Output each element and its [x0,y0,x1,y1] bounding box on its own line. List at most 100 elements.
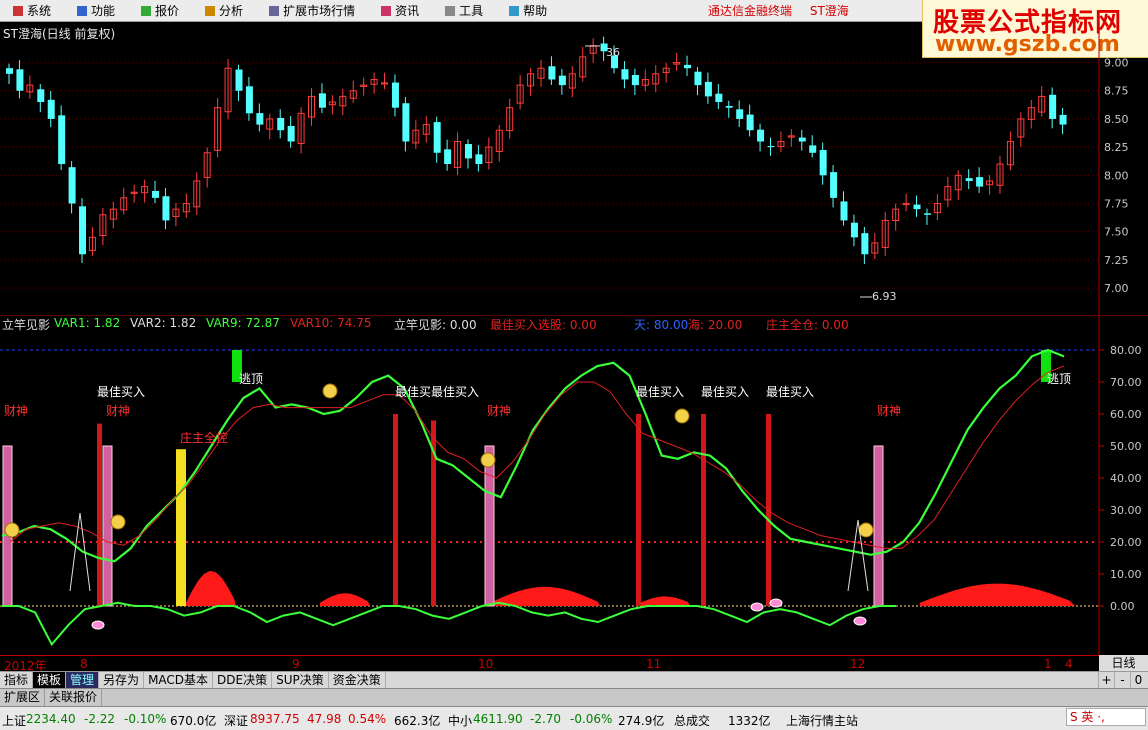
function-icon [77,5,88,16]
tab-template[interactable]: 模板 [33,672,67,688]
candle-body [6,68,13,74]
legend-hai: 海: 20.00 [688,318,743,332]
menu-news[interactable]: 资讯 [368,0,432,22]
candle-body [256,113,264,125]
wealth-signal-bar [873,445,884,607]
candle-body [715,93,723,103]
wealth-god-label: 财神 [877,404,901,418]
date-aug: 8 [80,657,88,671]
menu-ext-market[interactable]: 扩展市场行情 [256,0,368,22]
candle-body [558,75,566,86]
candle-body [235,69,243,91]
reset-button[interactable]: 0 [1130,672,1146,688]
tab-fund[interactable]: 资金决策 [329,672,386,688]
menu-system[interactable]: 系统 [0,0,64,22]
tab-dde[interactable]: DDE决策 [213,672,273,688]
sh-percent: -0.10% [124,712,167,726]
volume-area [640,596,690,606]
indicator-chart[interactable]: 80.00 70.00 60.00 50.00 40.00 30.00 20.00 10.00… [0,315,1148,656]
buy-signal-bar [97,423,102,606]
date-sep: 9 [292,657,300,671]
smiley-icon [858,522,874,538]
tab-ext-area[interactable]: 扩展区 [0,689,46,706]
candle-body [464,144,472,159]
zx-change: -2.70 [530,712,562,726]
candle-body [850,222,858,238]
candle-body [68,167,76,204]
menu-function[interactable]: 功能 [64,0,128,22]
market-icon [269,5,280,16]
candle-body [16,69,24,91]
server-label[interactable]: 上海行情主站 [786,712,858,729]
zx-label: 中小 [448,714,473,728]
zoom-out-button[interactable]: - [1114,672,1130,688]
buy-signal-bar [701,414,706,606]
ime-indicator[interactable]: S 英 ·, [1066,708,1146,726]
tab-macd[interactable]: MACD基本 [144,672,214,688]
tab-related-quote[interactable]: 关联报价 [45,689,103,706]
menu-help[interactable]: 帮助 [496,0,560,22]
promo-terminal[interactable]: 通达信金融终端 [708,4,792,18]
price-tick: 7.75 [1104,198,1129,211]
candle-body [809,145,817,153]
legend-zhuang: 庄主全仓: 0.00 [766,318,849,332]
sz-amount: 662.3亿 [394,714,441,728]
sh-amount: 670.0亿 [170,714,217,728]
tab-manage[interactable]: 管理 [66,672,100,688]
price-tick: 8.50 [1104,113,1129,126]
gem-icon [750,602,764,612]
best-buy-label: 最佳买入 [701,385,749,399]
var2-line [9,365,1065,549]
wealth-god-label: 财神 [487,404,511,418]
period-selector[interactable]: 日线 [1099,655,1148,671]
zoom-in-button[interactable]: + [1098,672,1114,688]
date-apr: 4 [1065,657,1073,671]
status-bar: 上证 2234.40 -2.22 -0.10% 670.0亿 深证 8937.7… [0,706,1148,730]
wealth-god-label: 财神 [106,404,130,418]
menu-tools[interactable]: 工具 [432,0,496,22]
tab-indicator[interactable]: 指标 [0,672,34,688]
sh-label: 上证 [2,714,27,728]
candle-body [746,114,754,131]
analysis-icon [205,5,216,16]
menu-quote[interactable]: 报价 [128,0,192,22]
wealth-god-label: 财神 [4,404,28,418]
indicator-tick: 40.00 [1110,472,1142,485]
sz-percent: 0.54% [348,712,387,726]
candle-body [58,115,66,165]
legend-l2: 立竿见影: 0.00 [394,318,477,332]
candle-body [47,99,55,119]
quote-icon [141,5,152,16]
indicator-tick: 60.00 [1110,408,1142,421]
smiley-icon [4,522,20,538]
candle-body [861,233,869,255]
best-buy-label: 最佳买入 [636,385,684,399]
candle-body [162,196,170,221]
indicator-tick: 10.00 [1110,568,1142,581]
date-axis: 2012年 8 9 10 11 12 1 4 [0,655,1100,673]
promo-stock[interactable]: ST澄海 [810,4,849,18]
tab-save-as[interactable]: 另存为 [99,672,145,688]
price-tick: 9.00 [1104,57,1129,70]
system-icon [13,5,23,16]
candle-body [767,145,775,148]
price-tick: 8.25 [1104,141,1129,154]
candle-body [923,213,931,215]
menu-analysis[interactable]: 分析 [192,0,256,22]
indicator-tick: 80.00 [1110,344,1142,357]
zx-amount: 274.9亿 [618,714,665,728]
date-oct: 10 [478,657,494,671]
tab-sup[interactable]: SUP决策 [272,672,329,688]
volume-area [186,570,236,606]
candle-body [444,149,452,165]
control-signal-bar [176,449,186,606]
candle-body [913,204,921,210]
indicator-tick: 70.00 [1110,376,1142,389]
candlestick-chart[interactable]: 9.008.758.508.258.007.757.507.257.00 36 … [0,22,1148,315]
candle-body [830,172,838,198]
date-jan: 1 [1044,657,1052,671]
date-nov: 11 [646,657,662,671]
candle-body [819,150,827,176]
volume-area [490,586,600,606]
sh-change: -2.22 [84,712,116,726]
